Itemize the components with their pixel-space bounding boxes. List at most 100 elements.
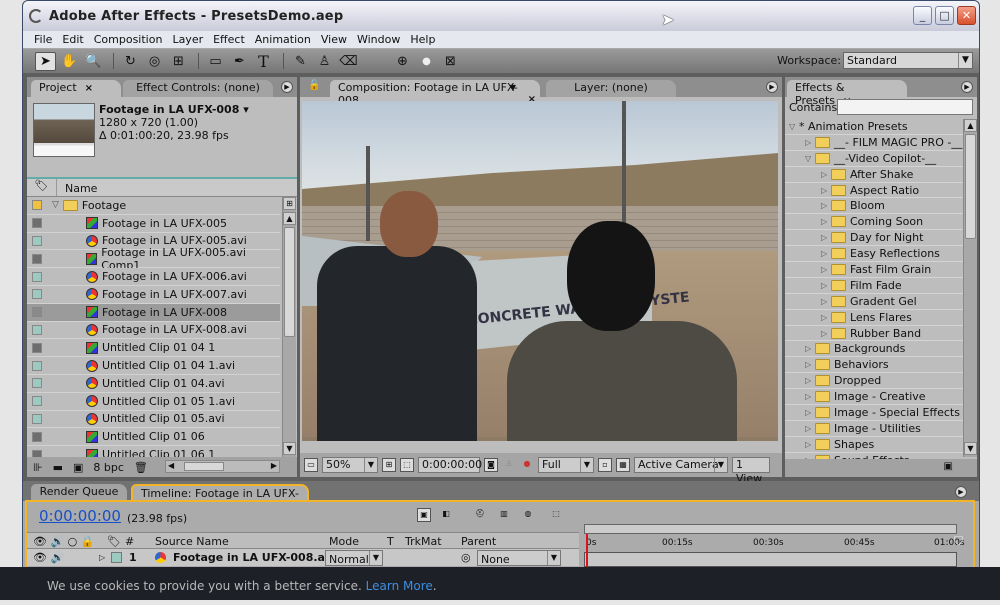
effects-scrollbar[interactable]: ▲ ▼ xyxy=(963,119,977,457)
comp-mini-flowchart-icon[interactable]: ▣ xyxy=(417,508,431,522)
project-list-item[interactable]: Untitled Clip 01 04 1 xyxy=(27,339,280,358)
local-axis-icon[interactable]: ⊕ xyxy=(392,52,413,71)
transparency-grid-icon[interactable]: ▦ xyxy=(616,458,630,472)
effects-tree-item[interactable]: ▷ Easy Reflections xyxy=(785,246,965,263)
clone-stamp-tool-icon[interactable]: ♙ xyxy=(314,52,335,71)
new-folder-icon[interactable]: ▬ xyxy=(53,461,63,474)
label-color-swatch[interactable] xyxy=(32,431,42,442)
motion-blur-icon[interactable]: ⬚ xyxy=(549,508,563,522)
effects-tree-item[interactable]: ▷ Coming Soon xyxy=(785,214,965,231)
effects-tree-item[interactable]: ▷ Image - Utilities xyxy=(785,421,965,437)
orbit-camera-tool-icon[interactable]: ◎ xyxy=(144,52,165,71)
expand-arrow-icon[interactable]: ▷ xyxy=(821,329,831,338)
time-navigator[interactable] xyxy=(584,524,957,534)
live-update-icon[interactable]: ◧ xyxy=(439,508,453,522)
menu-help[interactable]: Help xyxy=(405,33,440,46)
close-button[interactable]: ✕ xyxy=(957,6,976,25)
label-color-swatch[interactable] xyxy=(32,360,42,371)
expand-arrow-icon[interactable]: ▷ xyxy=(821,233,831,242)
view-layout-select[interactable]: 1 View xyxy=(732,457,770,485)
world-axis-icon[interactable]: ● xyxy=(416,52,437,71)
region-of-interest-icon[interactable]: ▫ xyxy=(598,458,612,472)
expand-arrow-icon[interactable]: ▷ xyxy=(821,201,831,210)
expand-arrow-icon[interactable]: ▷ xyxy=(805,376,815,385)
time-ruler[interactable]: 0s 00:15s 00:30s 00:45s 01:00s xyxy=(584,524,965,574)
timeline-current-time[interactable]: 0:00:00:00 xyxy=(39,507,121,525)
label-color-swatch[interactable] xyxy=(32,378,42,389)
scroll-down-button[interactable]: ▼ xyxy=(964,442,977,455)
expand-arrow-icon[interactable]: ▷ xyxy=(805,138,815,147)
selected-item-name[interactable]: Footage in LA UFX-008 ▾ xyxy=(99,103,249,116)
label-color-swatch[interactable] xyxy=(32,235,42,246)
menu-composition[interactable]: Composition xyxy=(89,33,168,46)
panel-menu-icon[interactable]: ▶ xyxy=(281,81,293,93)
effects-tree-item[interactable]: ▷ Backgrounds xyxy=(785,341,965,358)
timeline-layer-row[interactable]: 👁 🔊 ▷ 1 Footage in LA UFX-008.avi Normal… xyxy=(27,549,579,566)
effects-tree-item[interactable]: ▷ Bloom xyxy=(785,198,965,215)
tab-effect-controls[interactable]: Effect Controls: (none) xyxy=(123,80,273,97)
effects-tree-item[interactable]: ▷ After Shake xyxy=(785,167,965,183)
effects-tree-item[interactable]: ▽ * Animation Presets xyxy=(785,119,965,135)
scroll-left-button[interactable]: ◀ xyxy=(168,461,174,470)
tab-timeline[interactable]: Timeline: Footage in LA UFX-008× xyxy=(131,484,309,513)
new-comp-icon[interactable]: ▣ xyxy=(73,461,83,474)
label-color-swatch[interactable] xyxy=(32,342,42,353)
magnification-select[interactable]: 50% ▼ xyxy=(322,457,378,473)
minimize-button[interactable]: _ xyxy=(913,6,932,25)
project-list-item[interactable]: Untitled Clip 01 05.avi xyxy=(27,410,280,429)
camera-view-select[interactable]: Active Camera ▼ xyxy=(634,457,728,473)
label-column-icon[interactable]: 🏷 xyxy=(27,179,57,196)
expand-arrow-icon[interactable]: ▽ xyxy=(52,200,59,210)
expand-arrow-icon[interactable]: ▷ xyxy=(821,313,831,322)
current-time-field[interactable]: 0:00:00:00 xyxy=(418,457,482,473)
effects-tree-item[interactable]: ▷ Film Fade xyxy=(785,278,965,294)
effects-tree-item[interactable]: ▷ Day for Night xyxy=(785,230,965,247)
expand-arrow-icon[interactable]: ▷ xyxy=(821,170,831,179)
chevron-down-icon[interactable]: ▼ xyxy=(510,83,516,92)
scroll-up-button[interactable]: ▲ xyxy=(964,119,977,132)
composition-viewer[interactable]: CONCRETE WASHOUT SYSTE xyxy=(302,101,778,441)
label-color-swatch[interactable] xyxy=(32,307,42,318)
tab-project[interactable]: Project × xyxy=(31,80,121,97)
menu-layer[interactable]: Layer xyxy=(167,33,208,46)
panel-menu-icon[interactable]: ▶ xyxy=(955,486,967,498)
effects-tree-item[interactable]: ▷ Image - Special Effects xyxy=(785,405,965,421)
mask-visibility-icon[interactable]: ⬚ xyxy=(400,458,414,472)
effects-search-input[interactable] xyxy=(837,99,973,115)
flowchart-icon[interactable]: ⊞ xyxy=(283,197,296,210)
hand-tool-icon[interactable]: ✋ xyxy=(59,52,80,71)
parent-column-header[interactable]: Parent xyxy=(461,535,496,548)
layer-mode-select[interactable]: Normal ▼ xyxy=(325,550,383,566)
effects-tree-item[interactable]: ▷ Rubber Band xyxy=(785,326,965,342)
pen-tool-icon[interactable]: ✒ xyxy=(229,52,250,71)
scroll-up-button[interactable]: ▲ xyxy=(283,212,296,225)
collapse-arrow-icon[interactable]: ▽ xyxy=(805,154,815,163)
effects-tree-item[interactable]: ▷ Fast Film Grain xyxy=(785,262,965,278)
rectangle-mask-tool-icon[interactable]: ▭ xyxy=(205,52,226,71)
resolution-select[interactable]: Full ▼ xyxy=(538,457,594,473)
label-color-swatch[interactable] xyxy=(32,413,42,424)
layer-parent-select[interactable]: None ▼ xyxy=(477,550,561,566)
project-list-item[interactable]: Untitled Clip 01 05 1.avi xyxy=(27,392,280,411)
workspace-select[interactable]: Standard ▼ xyxy=(843,52,973,69)
label-color-swatch[interactable] xyxy=(32,253,42,264)
expand-arrow-icon[interactable]: ▷ xyxy=(805,344,815,353)
type-tool-icon[interactable]: T xyxy=(253,52,274,71)
trkmat-column-header[interactable]: TrkMat xyxy=(405,535,442,548)
effects-tree-item[interactable]: ▷ Behaviors xyxy=(785,357,965,374)
view-axis-icon[interactable]: ⊠ xyxy=(440,52,461,71)
effects-tree-item[interactable]: ▷ __- FILM MAGIC PRO -__ xyxy=(785,135,965,151)
project-list-item[interactable]: Footage in LA UFX-006.avi xyxy=(27,268,280,286)
expand-arrow-icon[interactable]: ▷ xyxy=(805,408,815,417)
label-color-swatch[interactable] xyxy=(32,271,42,282)
panel-menu-icon[interactable]: ▶ xyxy=(961,81,973,93)
zoom-tool-icon[interactable]: 🔍 xyxy=(83,52,104,71)
menu-file[interactable]: File xyxy=(29,33,57,46)
project-list-item[interactable]: Footage in LA UFX-007.avi xyxy=(27,285,280,304)
rotation-tool-icon[interactable]: ↻ xyxy=(120,52,141,71)
panel-menu-icon[interactable]: ▶ xyxy=(766,81,778,93)
selection-tool-icon[interactable]: ➤ xyxy=(35,51,56,71)
safe-zones-icon[interactable]: ⊞ xyxy=(382,458,396,472)
label-color-swatch[interactable] xyxy=(32,396,42,407)
menu-animation[interactable]: Animation xyxy=(250,33,316,46)
